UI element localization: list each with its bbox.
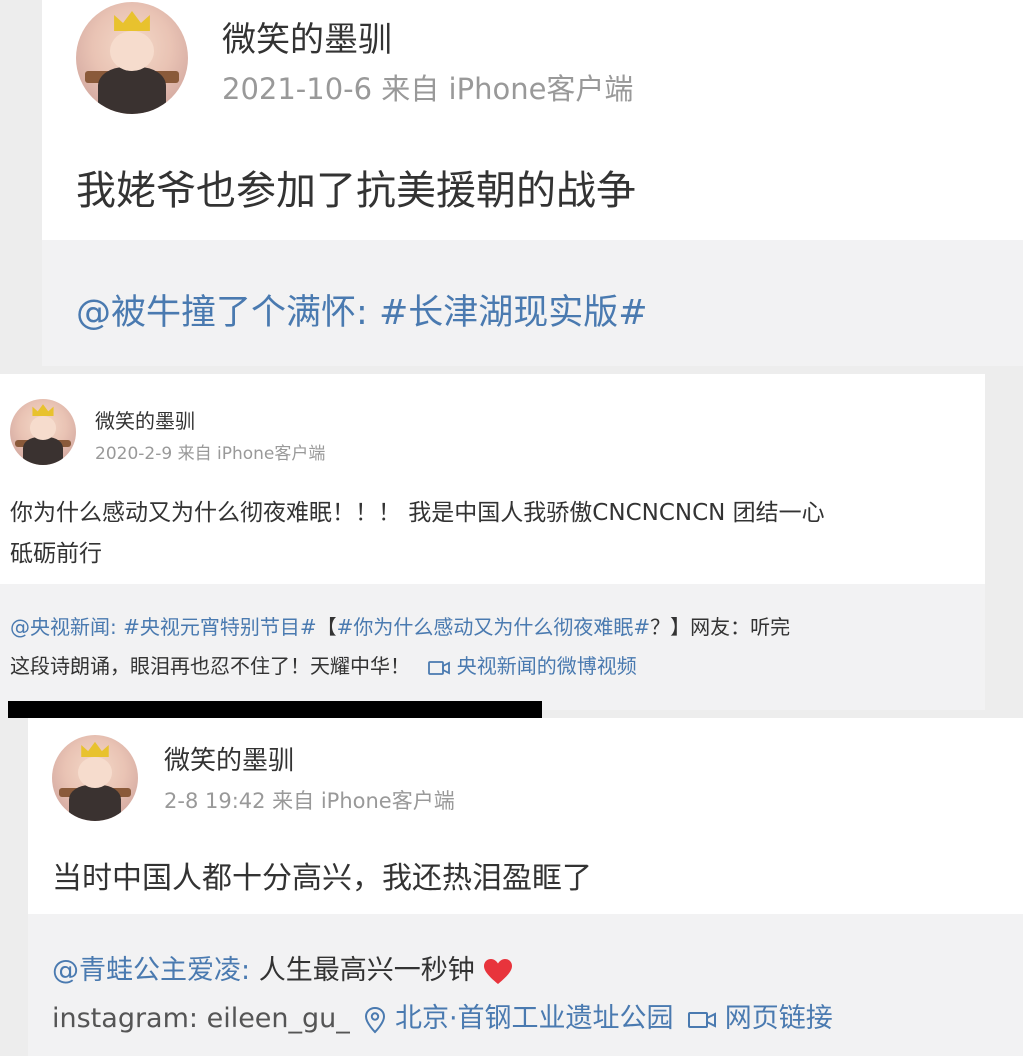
repost-block-2 [0, 584, 985, 710]
hashtag-link[interactable]: #长津湖现实版# [379, 293, 648, 333]
heart-icon [484, 958, 513, 984]
avatar[interactable] [76, 2, 188, 114]
hashtag-link[interactable]: #央视元宵特别节目# [123, 615, 317, 639]
post-text: 当时中国人都十分高兴，我还热泪盈眶了 [52, 861, 592, 896]
repost-content-line-1: @央视新闻: #央视元宵特别节目#【#你为什么感动又为什么彻夜难眠#？】网友：听… [10, 611, 790, 640]
post-username[interactable]: 微笑的墨驯 [164, 740, 294, 777]
web-link[interactable]: 网页链接 [688, 1003, 833, 1034]
repost-content: @被牛撞了个满怀: #长津湖现实版# [76, 284, 648, 335]
post-username[interactable]: 微笑的墨驯 [95, 405, 195, 434]
redaction-bar [8, 701, 542, 718]
post-text-line-1: 你为什么感动又为什么彻夜难眠！！！ 我是中国人我骄傲CNCNCNCN 团结一心 [10, 500, 825, 526]
repost-text: 人生最高兴一秒钟 [258, 955, 475, 986]
post-timestamp: 2020-2-9 来自 iPhone客户端 [95, 444, 326, 464]
avatar[interactable] [52, 735, 138, 821]
location-label[interactable]: 北京·首钢工业遗址公园 [395, 1003, 674, 1034]
video-camera-icon [688, 1011, 717, 1028]
repost-text: ？】网友：听完 [650, 615, 791, 639]
repost-user-link[interactable]: @央视新闻: [10, 615, 117, 639]
repost-user-link[interactable]: @青蛙公主爱凌: [52, 955, 250, 986]
web-link-label[interactable]: 网页链接 [725, 1003, 833, 1034]
post-text: 我姥爷也参加了抗美援朝的战争 [76, 168, 636, 214]
repost-text: 这段诗朗诵，眼泪再也忍不住了！天耀中华！ [10, 654, 410, 678]
instagram-text: instagram: eileen_gu_ [52, 1003, 350, 1034]
hashtag-link[interactable]: #你为什么感动又为什么彻夜难眠# [337, 615, 651, 639]
post-timestamp: 2021-10-6 来自 iPhone客户端 [222, 72, 634, 106]
location-pin-icon [365, 1006, 386, 1033]
video-camera-icon [428, 660, 451, 675]
post-timestamp: 2-8 19:42 来自 iPhone客户端 [164, 789, 455, 813]
video-link[interactable]: 央视新闻的微博视频 [428, 654, 637, 678]
repost-content-line-1: @青蛙公主爱凌: 人生最高兴一秒钟 [52, 948, 513, 987]
bracket-text: 【 [316, 615, 337, 639]
post-username[interactable]: 微笑的墨驯 [222, 12, 392, 61]
repost-user-link[interactable]: @被牛撞了个满怀: [76, 293, 368, 333]
repost-content-line-2: 这段诗朗诵，眼泪再也忍不住了！天耀中华！ 央视新闻的微博视频 [10, 650, 637, 679]
location-link[interactable]: 北京·首钢工业遗址公园 [364, 1003, 682, 1034]
post-text-line-2: 砥砺前行 [10, 541, 102, 567]
avatar[interactable] [10, 399, 76, 465]
repost-content-line-2: instagram: eileen_gu_ 北京·首钢工业遗址公园 网页链接 [52, 996, 833, 1035]
video-link-label[interactable]: 央视新闻的微博视频 [457, 654, 637, 678]
